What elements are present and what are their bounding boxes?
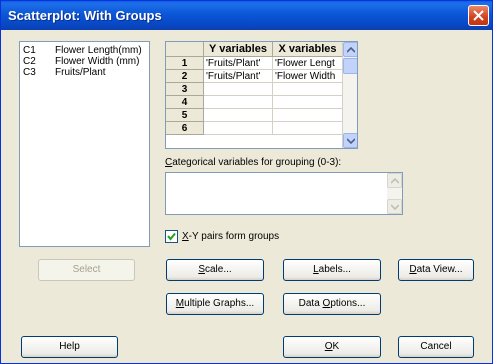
y-variable-cell[interactable] [204,96,273,109]
help-button[interactable]: Help [21,336,118,358]
select-button[interactable]: Select [38,259,135,281]
scale-button[interactable]: Scale... [166,259,264,281]
variable-column: C2 [23,56,36,67]
x-variable-cell[interactable] [273,83,343,96]
y-variable-cell[interactable] [204,109,273,122]
labels-button[interactable]: Labels... [283,259,381,281]
variable-column: C3 [23,67,36,78]
data-view-button[interactable]: Data View... [398,259,474,281]
categorical-label: Categorical variables for grouping (0-3)… [165,157,342,168]
chevron-up-icon [347,47,355,53]
x-variable-cell[interactable]: 'Flower Width [273,70,343,83]
y-variable-cell[interactable] [204,122,273,135]
chevron-down-icon [391,204,399,210]
checkmark-icon [167,232,176,241]
scroll-thumb[interactable] [343,58,357,74]
y-variable-cell[interactable]: 'Fruits/Plant' [204,57,273,70]
grid-scrollbar[interactable] [342,42,357,148]
x-variable-cell[interactable] [273,109,343,122]
y-variable-cell[interactable]: 'Fruits/Plant' [204,70,273,83]
data-options-button[interactable]: Data Options... [283,293,381,315]
row-number: 4 [166,96,204,109]
categorical-variables-input[interactable] [165,172,403,215]
chevron-up-icon [391,178,399,184]
row-number: 1 [166,57,204,70]
row-number: 3 [166,83,204,96]
variable-name: Fruits/Plant [55,67,106,78]
scatterplot-dialog: Scatterplot: With Groups C1 Flower Lengt… [0,0,493,364]
y-variables-header: Y variables [204,42,273,57]
y-variable-cell[interactable] [204,83,273,96]
categorical-scrollbar[interactable] [387,173,402,214]
scroll-down-button[interactable] [387,199,402,214]
row-number: 5 [166,109,204,122]
cancel-button[interactable]: Cancel [398,336,474,358]
scroll-up-button[interactable] [387,173,402,188]
chevron-down-icon [347,138,355,144]
scroll-down-button[interactable] [343,133,357,148]
multiple-graphs-button[interactable]: Multiple Graphs... [166,293,264,315]
variable-name: Flower Length(mm) [55,45,142,56]
variable-name: Flower Width (mm) [55,56,140,67]
scroll-up-button[interactable] [343,42,357,57]
ok-button[interactable]: OK [283,336,381,358]
xy-pairs-checkbox[interactable] [165,230,178,243]
x-variable-cell[interactable] [273,122,343,135]
variable-list[interactable]: C1 Flower Length(mm) C2 Flower Width (mm… [19,41,150,247]
row-number: 2 [166,70,204,83]
x-variables-header: X variables [273,42,343,57]
x-variable-cell[interactable] [273,96,343,109]
x-variable-cell[interactable]: 'Flower Lengt [273,57,343,70]
row-number: 6 [166,122,204,135]
variables-grid[interactable]: Y variables X variables 1 'Fruits/Plant'… [165,41,358,149]
close-icon [473,10,484,21]
window-title: Scatterplot: With Groups [8,8,162,23]
grid-corner [166,42,204,57]
title-bar[interactable]: Scatterplot: With Groups [1,1,492,30]
xy-pairs-label[interactable]: X-Y pairs form groups [182,231,279,242]
close-button[interactable] [468,5,489,26]
variable-column: C1 [23,45,36,56]
